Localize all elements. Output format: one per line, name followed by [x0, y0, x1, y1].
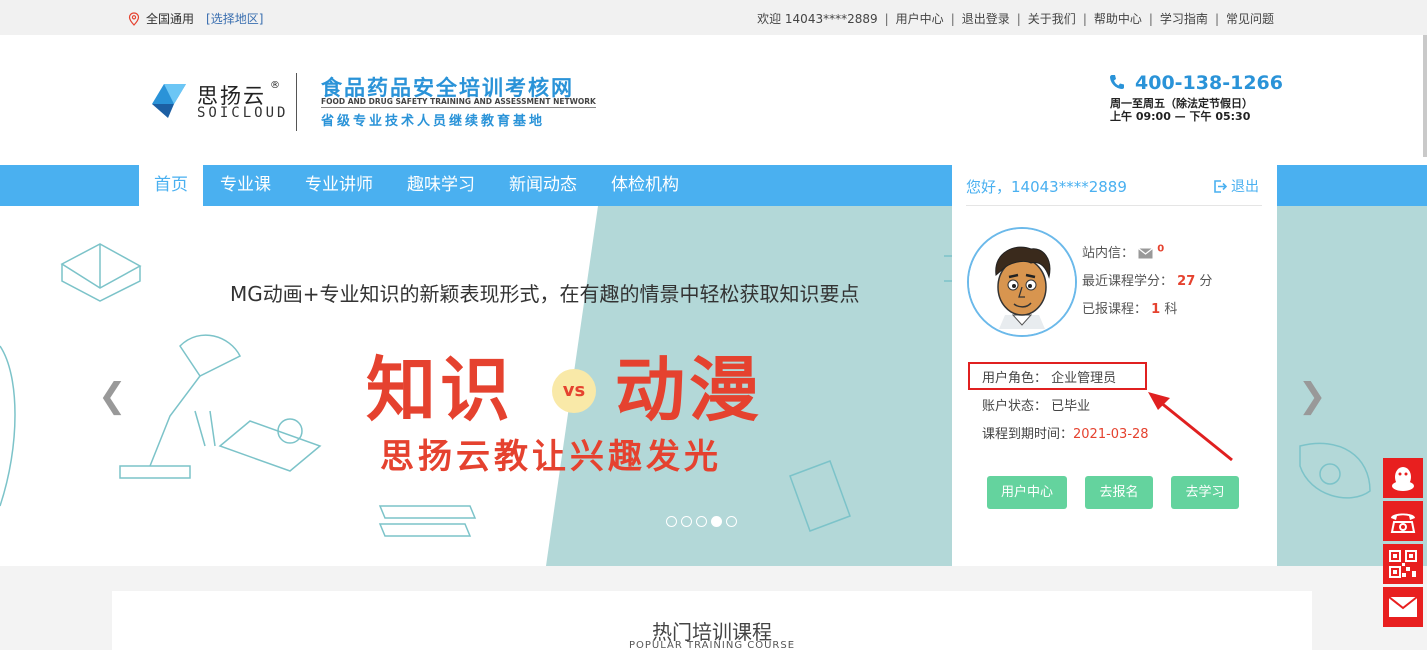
top-link-faq[interactable]: 常见问题 [1226, 10, 1274, 27]
credit-unit: 分 [1199, 274, 1213, 289]
courses-row: 已报课程： 1 科 [1082, 298, 1177, 317]
floating-contact-bar [1383, 458, 1423, 630]
separator: | [1214, 11, 1219, 26]
separator: | [1082, 11, 1087, 26]
nav-item-professional-courses[interactable]: 专业课 [203, 165, 288, 206]
hotline-hours-time: 上午 09:00 — 下午 05:30 [1110, 110, 1251, 123]
banner-slogan: 思扬云教让兴趣发光 [380, 437, 722, 477]
banner-vs-badge: vs [552, 369, 596, 413]
nav-item-home[interactable]: 首页 [139, 165, 203, 206]
banner-next-arrow-icon[interactable]: ❯ [1298, 376, 1327, 416]
welcome-text: 欢迎 14043****2889 [757, 12, 878, 26]
nav-item-fun-learning[interactable]: 趣味学习 [390, 165, 492, 206]
annotation-arrow-icon [1148, 392, 1233, 462]
qr-code-icon [1389, 550, 1417, 578]
user-role: 用户角色： 企业管理员 [982, 371, 1117, 386]
hot-courses-subtitle: POPULAR TRAINING COURSE [628, 640, 796, 650]
soicloud-logo-icon[interactable] [150, 82, 188, 120]
email-contact-button[interactable] [1383, 587, 1423, 627]
credit-label: 最近课程学分： [1082, 274, 1174, 289]
logo-registered-mark: ® [270, 80, 280, 91]
envelope-icon [1388, 596, 1418, 617]
credit-value: 27 [1177, 274, 1196, 289]
top-links: 欢迎 14043****2889 | 用户中心 | 退出登录 | 关于我们 | … [757, 10, 1274, 27]
banner-tagline: MG动画+专业知识的新颖表现形式，在有趣的情景中轻松获取知识要点 [230, 282, 860, 306]
qr-code-button[interactable] [1383, 544, 1423, 584]
study-button[interactable]: 去学习 [1171, 476, 1239, 509]
qq-penguin-icon [1392, 467, 1414, 491]
location-text: 全国通用 [146, 12, 195, 26]
mail-count: 0 [1157, 243, 1165, 255]
nav-item-checkup-institutions[interactable]: 体检机构 [594, 165, 696, 206]
cartoon-avatar-icon [969, 229, 1075, 335]
expire-date: 2021-03-28 [1073, 427, 1149, 442]
select-region-link[interactable]: [选择地区] [206, 10, 263, 27]
top-link-about[interactable]: 关于我们 [1028, 10, 1076, 27]
page-scrollbar[interactable] [1423, 35, 1427, 157]
banner-dot[interactable] [696, 516, 707, 527]
courses-label: 已报课程： [1082, 302, 1148, 317]
courses-value: 1 [1151, 302, 1161, 317]
panel-divider [966, 205, 1262, 206]
user-panel: 您好，14043****2889 退出 站内信： 0 最近课程学分： 27 分 … [952, 165, 1277, 566]
telephone-icon [1390, 513, 1416, 533]
banner-prev-arrow-icon[interactable]: ❮ [98, 376, 127, 416]
logo-english-name: SOICLOUD [197, 105, 289, 121]
account-status: 账户状态： 已毕业 [982, 399, 1091, 414]
banner-dot[interactable] [726, 516, 737, 527]
user-center-button[interactable]: 用户中心 [987, 476, 1067, 509]
logout-icon [1214, 179, 1227, 193]
qq-contact-button[interactable] [1383, 458, 1423, 498]
separator: | [950, 11, 955, 26]
banner-animation-word: 动漫 [615, 349, 763, 431]
envelope-icon[interactable] [1138, 248, 1154, 259]
site-english-title: FOOD AND DRUG SAFETY TRAINING AND ASSESS… [321, 97, 596, 108]
banner-pagination [666, 516, 737, 527]
location-area: 全国通用 [选择地区] [128, 10, 263, 27]
logo-divider [296, 73, 297, 131]
location-pin-icon [128, 11, 140, 26]
avatar[interactable] [967, 227, 1077, 337]
banner-dot[interactable] [666, 516, 677, 527]
site-subtitle: 省级专业技术人员继续教育基地 [321, 114, 546, 129]
hotline-number: 400-138-1266 [1135, 72, 1283, 94]
user-greeting: 您好，14043****2889 [966, 178, 1127, 196]
separator: | [1148, 11, 1153, 26]
top-link-help[interactable]: 帮助中心 [1094, 10, 1142, 27]
expire-label: 课程到期时间： [982, 427, 1074, 442]
hot-courses-section: 热门培训课程 POPULAR TRAINING COURSE [112, 591, 1312, 650]
site-header: 思扬云 ® SOICLOUD 食品药品安全培训考核网 FOOD AND DRUG… [0, 35, 1427, 165]
banner-dot[interactable] [681, 516, 692, 527]
enroll-button[interactable]: 去报名 [1085, 476, 1153, 509]
top-link-user-center[interactable]: 用户中心 [896, 10, 944, 27]
phone-contact-button[interactable] [1383, 501, 1423, 541]
banner-dot-active[interactable] [711, 516, 722, 527]
logout-label: 退出 [1231, 179, 1259, 195]
courses-unit: 科 [1164, 302, 1178, 317]
nav-item-lecturers[interactable]: 专业讲师 [288, 165, 390, 206]
separator: | [1016, 11, 1021, 26]
banner-knowledge-word: 知识 [366, 349, 514, 431]
top-link-logout[interactable]: 退出登录 [962, 10, 1010, 27]
credit-row: 最近课程学分： 27 分 [1082, 270, 1212, 289]
mail-label: 站内信： [1082, 246, 1135, 261]
panel-logout-button[interactable]: 退出 [1213, 176, 1259, 196]
top-bar: 全国通用 [选择地区] 欢迎 14043****2889 | 用户中心 | 退出… [0, 0, 1427, 35]
mail-row: 站内信： 0 [1082, 242, 1164, 261]
nav-item-news[interactable]: 新闻动态 [492, 165, 594, 206]
top-link-guide[interactable]: 学习指南 [1160, 10, 1208, 27]
phone-icon [1110, 75, 1124, 89]
separator: | [884, 11, 889, 26]
expire-row: 课程到期时间：2021-03-28 [982, 423, 1149, 442]
